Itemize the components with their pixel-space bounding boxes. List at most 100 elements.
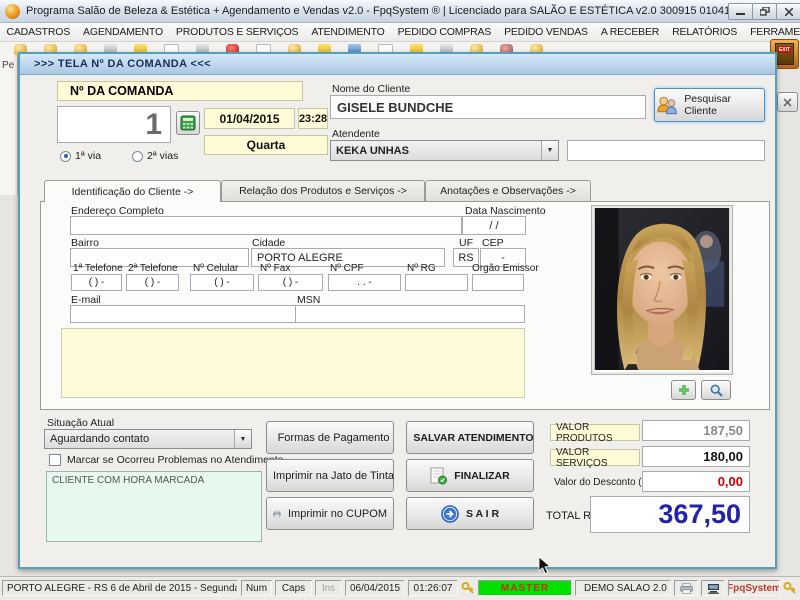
- endereco-input[interactable]: [70, 216, 462, 235]
- comanda-time: 23:28: [298, 108, 328, 129]
- document-check-icon: [430, 467, 447, 485]
- comanda-label: Nº DA COMANDA: [70, 84, 173, 98]
- toolbar-close-button[interactable]: [777, 92, 798, 112]
- dialog-title: >>> TELA Nº DA COMANDA <<<: [34, 58, 211, 70]
- valor-servicos-value: 180,00: [642, 446, 750, 467]
- status-location: PORTO ALEGRE - RS 6 de Abril de 2015 - S…: [2, 580, 238, 596]
- observations-area[interactable]: [61, 328, 525, 398]
- via1-radio[interactable]: 1ª via: [60, 150, 101, 162]
- imprimir-cupom-button[interactable]: Imprimir no CUPOM: [266, 497, 394, 530]
- msn-input[interactable]: [295, 305, 525, 323]
- formas-pagamento-button[interactable]: $ Formas de Pagamento: [266, 421, 394, 454]
- formas-pagamento-label: Formas de Pagamento: [278, 432, 390, 444]
- menu-pedido-compras[interactable]: PEDIDO COMPRAS: [391, 26, 497, 38]
- status-printer[interactable]: [674, 580, 698, 596]
- problem-checkbox[interactable]: [49, 454, 61, 466]
- restore-button[interactable]: [752, 3, 777, 20]
- sair-label: S A I R: [466, 508, 499, 520]
- attendant-value: KEKA UNHAS: [336, 145, 409, 157]
- situacao-label: Situação Atual: [47, 417, 114, 429]
- client-photo-frame: [591, 205, 733, 375]
- orgao-emissor-label: Orgão Emissor: [472, 263, 539, 274]
- via1-label: 1ª via: [75, 150, 101, 162]
- tab-anotacoes[interactable]: Anotações e Observações ->: [425, 180, 591, 201]
- zoom-photo-button[interactable]: [701, 380, 731, 400]
- tab-identificacao-label: Identificação do Cliente ->: [72, 186, 194, 198]
- fax-label: Nº Fax: [260, 263, 290, 274]
- cpf-input[interactable]: . . -: [328, 274, 401, 291]
- tab-anotacoes-label: Anotações e Observações ->: [440, 185, 576, 197]
- menu-produtos-servicos[interactable]: PRODUTOS E SERVIÇOS: [169, 26, 304, 38]
- imprimir-cupom-label: Imprimir no CUPOM: [288, 508, 387, 520]
- imprimir-jato-button[interactable]: Imprimir na Jato de Tinta: [266, 459, 394, 492]
- tab-produtos-servicos[interactable]: Relação dos Produtos e Serviços ->: [221, 180, 425, 201]
- salvar-atendimento-button[interactable]: SALVAR ATENDIMENTO: [406, 421, 534, 454]
- close-button[interactable]: [776, 3, 800, 20]
- status-caps: Caps: [275, 580, 312, 596]
- status-bar: PORTO ALEGRE - RS 6 de Abril de 2015 - S…: [0, 576, 800, 600]
- via2-radio[interactable]: 2ª vias: [132, 150, 178, 162]
- menu-atendimento[interactable]: ATENDIMENTO: [305, 26, 391, 38]
- chevron-down-icon[interactable]: ▼: [541, 141, 558, 160]
- mouse-cursor: [538, 556, 551, 575]
- window-titlebar: Programa Salão de Beleza & Estética + Ag…: [0, 0, 800, 23]
- comanda-number-input[interactable]: 1: [57, 106, 171, 143]
- situacao-value: Aguardando contato: [50, 433, 149, 445]
- calculator-icon: [180, 115, 196, 131]
- desconto-label: Valor do Desconto ( - ): [554, 477, 654, 488]
- desconto-value[interactable]: 0,00: [642, 471, 750, 492]
- printer-icon-2: [273, 506, 281, 522]
- client-name-input[interactable]: GISELE BUNDCHE: [330, 95, 646, 119]
- problem-checkbox-row[interactable]: Marcar se Ocorreu Problemas no Atendimen…: [49, 454, 284, 466]
- sair-button[interactable]: S A I R: [406, 497, 534, 530]
- add-photo-button[interactable]: [671, 380, 696, 400]
- menu-cadastros[interactable]: CADASTROS: [0, 26, 77, 38]
- background-window-text: Pe: [2, 60, 14, 71]
- tab-identificacao[interactable]: Identificação do Cliente ->: [44, 180, 221, 202]
- menu-ferramentas[interactable]: FERRAMENTAS: [744, 26, 800, 38]
- menu-pedido-vendas[interactable]: PEDIDO VENDAS: [498, 26, 595, 38]
- menu-agendamento[interactable]: AGENDAMENTO: [77, 26, 170, 38]
- calculator-button[interactable]: [176, 111, 200, 135]
- app-icon: [5, 4, 20, 19]
- minimize-button[interactable]: [728, 3, 753, 20]
- status-date: 06/04/2015: [345, 580, 405, 596]
- situacao-select[interactable]: Aguardando contato ▼: [44, 429, 252, 449]
- attendant-select[interactable]: KEKA UNHAS ▼: [330, 140, 559, 161]
- menu-a-receber[interactable]: A RECEBER: [594, 26, 665, 38]
- exit-label: EXIT: [778, 46, 791, 53]
- background-window-fragment: Pe: [0, 55, 18, 195]
- client-name-label: Nome do Cliente: [332, 83, 410, 95]
- status-num: Num: [241, 580, 272, 596]
- client-identification-panel: Endereço Completo Data Nascimento / / Ba…: [40, 201, 770, 410]
- via1-radio-circle[interactable]: [60, 151, 71, 162]
- fax-input[interactable]: ( ) -: [258, 274, 323, 291]
- search-client-label: Pesquisar Cliente: [684, 93, 764, 117]
- status-demo-label: DEMO SALAO 2.0: [584, 583, 667, 594]
- situacao-notes-area[interactable]: CLIENTE COM HORA MARCADA: [46, 471, 262, 542]
- situacao-chevron-down-icon[interactable]: ▼: [234, 430, 251, 448]
- search-client-button[interactable]: Pesquisar Cliente: [654, 88, 765, 122]
- magnifier-icon: [710, 384, 723, 397]
- key-icon-2: [783, 581, 797, 595]
- status-brand: FpqSystem: [728, 580, 780, 596]
- rg-input[interactable]: [405, 274, 468, 291]
- dialog-titlebar[interactable]: >>> TELA Nº DA COMANDA <<<: [20, 54, 775, 75]
- via2-radio-circle[interactable]: [132, 151, 143, 162]
- menu-bar: CADASTROS AGENDAMENTO PRODUTOS E SERVIÇO…: [0, 23, 800, 42]
- menu-relatorios[interactable]: RELATÓRIOS: [666, 26, 744, 38]
- celular-input[interactable]: ( ) -: [190, 274, 254, 291]
- problem-checkbox-label: Marcar se Ocorreu Problemas no Atendimen…: [67, 454, 284, 466]
- attendant-extra-input[interactable]: [567, 140, 765, 161]
- finalizar-button[interactable]: FINALIZAR: [406, 459, 534, 492]
- orgao-emissor-input[interactable]: [472, 274, 524, 291]
- via2-label: 2ª vias: [147, 150, 178, 162]
- status-network[interactable]: [701, 580, 725, 596]
- email-input[interactable]: [70, 305, 300, 323]
- exit-arrow-icon: [441, 505, 459, 523]
- tel2-input[interactable]: ( ) -: [126, 274, 179, 291]
- tel1-input[interactable]: ( ) -: [71, 274, 122, 291]
- imprimir-jato-label: Imprimir na Jato de Tinta: [273, 470, 394, 482]
- comanda-label-box: Nº DA COMANDA: [57, 81, 303, 101]
- nascimento-input[interactable]: / /: [462, 216, 526, 235]
